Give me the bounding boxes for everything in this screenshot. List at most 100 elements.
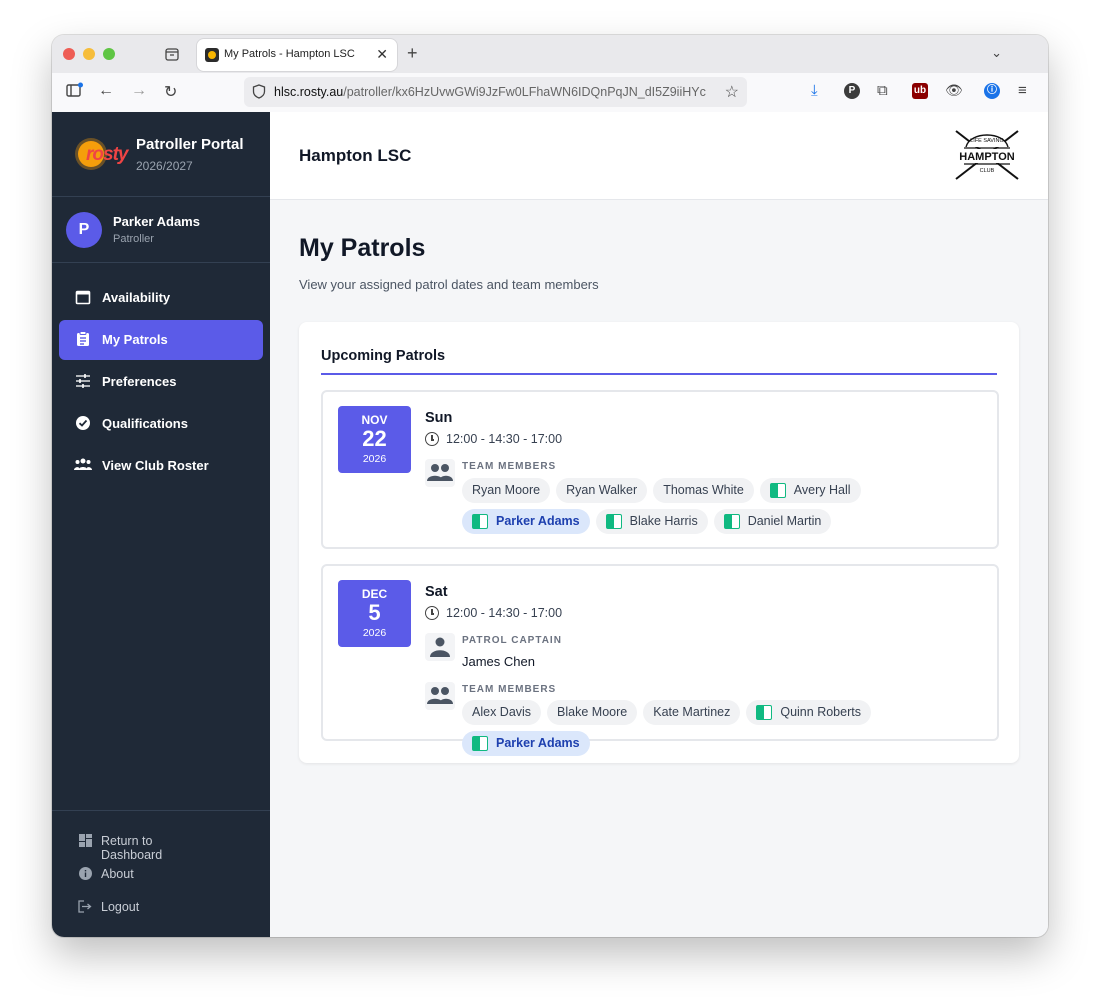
group-icon bbox=[74, 457, 92, 475]
member-name: Parker Adams bbox=[496, 736, 580, 750]
patrol-captain-label: PATROL CAPTAIN bbox=[462, 635, 562, 646]
season-label: 2026/2027 bbox=[136, 159, 193, 173]
date-badge: DEC 5 2026 bbox=[338, 580, 411, 647]
extension-eye-icon[interactable]: 👁 bbox=[945, 82, 963, 99]
new-tab-icon[interactable]: + bbox=[407, 43, 418, 64]
section-title: Upcoming Patrols bbox=[321, 348, 446, 364]
forward-arrow-icon[interactable]: → bbox=[131, 82, 147, 100]
calendar-icon bbox=[74, 289, 92, 307]
date-year: 2026 bbox=[362, 453, 387, 465]
address-bar[interactable]: hlsc.rosty.au/patroller/kx6HzUvwGWi9JzFw… bbox=[244, 77, 747, 107]
flag-icon bbox=[769, 483, 786, 498]
tab-title: My Patrols - Hampton LSC bbox=[224, 48, 355, 60]
downloads-icon[interactable]: ⤓ bbox=[811, 82, 818, 99]
sidebar-item-my-patrols[interactable]: My Patrols bbox=[59, 320, 263, 360]
sidebar-item-label: My Patrols bbox=[102, 332, 168, 347]
team-member-chips: Alex Davis Blake Moore Kate Martinez Qui… bbox=[462, 700, 987, 756]
member-name: Daniel Martin bbox=[747, 514, 822, 528]
club-logo: LIFE SAVING HAMPTON CLUB bbox=[952, 127, 1022, 183]
sidebar-toggle-icon[interactable] bbox=[66, 82, 84, 103]
user-name: Parker Adams bbox=[113, 214, 200, 229]
reload-icon[interactable]: ↻ bbox=[164, 82, 177, 102]
date-day: 22 bbox=[362, 426, 387, 451]
url-text[interactable]: hlsc.rosty.au/patroller/kx6HzUvwGWi9JzFw… bbox=[274, 85, 719, 99]
flag-icon bbox=[472, 736, 488, 751]
browser-window: My Patrols - Hampton LSC ✕ + ⌄ ← → ↻ hls… bbox=[52, 35, 1048, 937]
sidebar-item-view-club-roster[interactable]: View Club Roster bbox=[59, 446, 263, 486]
clock-icon bbox=[425, 606, 439, 620]
zoom-window-button[interactable] bbox=[103, 48, 115, 60]
patrol-card: NOV 22 2026 Sun 12:00 - 14:30 - 17:00 TE… bbox=[321, 390, 999, 549]
footer-item-label: Return to Dashboard bbox=[101, 834, 163, 862]
app-menu-icon[interactable]: ≡ bbox=[1018, 82, 1027, 99]
footer-item-label: Logout bbox=[101, 900, 140, 914]
extensions-puzzle-icon[interactable]: ⧉ bbox=[877, 82, 888, 99]
member-chip: Quinn Roberts bbox=[746, 700, 871, 725]
member-chip: Avery Hall bbox=[759, 478, 861, 503]
avatar: P bbox=[66, 212, 102, 248]
back-arrow-icon[interactable]: ← bbox=[98, 82, 114, 100]
member-chip: Ryan Moore bbox=[462, 478, 551, 503]
logo-top-text: LIFE SAVING bbox=[970, 138, 1004, 144]
date-month: DEC bbox=[361, 587, 388, 601]
rosty-logo[interactable]: rosty bbox=[78, 137, 128, 169]
date-year: 2026 bbox=[362, 627, 387, 639]
minimize-window-button[interactable] bbox=[83, 48, 95, 60]
dashboard-icon bbox=[78, 834, 92, 848]
logo-main-text: HAMPTON bbox=[959, 151, 1014, 163]
user-role: Patroller bbox=[113, 233, 154, 245]
member-chip-current-user: Parker Adams bbox=[462, 509, 590, 534]
sidebar-item-qualifications[interactable]: Qualifications bbox=[59, 404, 263, 444]
upcoming-patrols-card: Upcoming Patrols NOV 22 2026 Sun 12:00 -… bbox=[299, 322, 1019, 763]
member-name: Ryan Walker bbox=[566, 483, 638, 497]
site-favicon-icon bbox=[205, 48, 219, 62]
info-icon bbox=[78, 867, 92, 881]
bookmark-star-icon[interactable]: ☆ bbox=[725, 82, 739, 102]
tab-close-icon[interactable]: ✕ bbox=[376, 46, 388, 63]
team-members-label: TEAM MEMBERS bbox=[462, 684, 557, 695]
flag-icon bbox=[723, 514, 740, 529]
sidebar-item-preferences[interactable]: Preferences bbox=[59, 362, 263, 402]
tab-list-chevron-icon[interactable]: ⌄ bbox=[991, 45, 1002, 61]
patrol-weekday: Sat bbox=[425, 584, 448, 600]
member-name: Parker Adams bbox=[496, 514, 580, 528]
patrol-weekday: Sun bbox=[425, 410, 453, 426]
sidebar-item-label: Availability bbox=[102, 290, 171, 305]
date-month: NOV bbox=[361, 413, 388, 427]
page-header: Hampton LSC LIFE SAVING HAMPTON CLUB bbox=[270, 112, 1048, 200]
date-day: 5 bbox=[368, 600, 381, 625]
sidebar-item-availability[interactable]: Availability bbox=[59, 278, 263, 318]
tab-bar: My Patrols - Hampton LSC ✕ + ⌄ bbox=[52, 35, 1048, 73]
flag-icon bbox=[472, 514, 488, 529]
sidebar-item-label: View Club Roster bbox=[102, 458, 209, 473]
password-manager-icon[interactable]: ⓘ bbox=[984, 83, 1000, 99]
team-members-label: TEAM MEMBERS bbox=[462, 461, 557, 472]
active-tab[interactable]: My Patrols - Hampton LSC ✕ bbox=[197, 39, 397, 71]
patrol-card: DEC 5 2026 Sat 12:00 - 14:30 - 17:00 PAT… bbox=[321, 564, 999, 756]
verified-badge-icon bbox=[74, 415, 92, 433]
member-chip: Alex Davis bbox=[462, 700, 542, 725]
logo-bottom-text: CLUB bbox=[980, 168, 995, 174]
url-domain: hlsc.rosty.au bbox=[274, 85, 344, 99]
portal-title: Patroller Portal bbox=[136, 136, 244, 153]
logout-icon bbox=[78, 900, 92, 914]
sidebar: rosty Patroller Portal 2026/2027 P Parke… bbox=[52, 112, 270, 937]
page-title: My Patrols bbox=[299, 234, 426, 262]
sidebar-item-label: Qualifications bbox=[102, 416, 188, 431]
member-name: Quinn Roberts bbox=[780, 705, 861, 719]
tracking-shield-icon[interactable] bbox=[252, 84, 266, 102]
member-chip: Daniel Martin bbox=[713, 509, 832, 534]
member-name: Kate Martinez bbox=[653, 705, 731, 719]
profile-p-extension-icon[interactable]: P bbox=[844, 83, 860, 99]
member-chip: Kate Martinez bbox=[643, 700, 741, 725]
team-members-icon bbox=[425, 682, 455, 710]
close-window-button[interactable] bbox=[63, 48, 75, 60]
ublock-shield-icon[interactable]: ub bbox=[912, 83, 928, 99]
patrol-time: 12:00 - 14:30 - 17:00 bbox=[446, 432, 563, 446]
member-name: Thomas White bbox=[663, 483, 744, 497]
tab-overview-icon[interactable] bbox=[164, 46, 180, 62]
clipboard-icon bbox=[74, 331, 92, 349]
member-chip: Thomas White bbox=[653, 478, 754, 503]
member-name: Ryan Moore bbox=[472, 483, 541, 497]
flag-icon bbox=[756, 705, 773, 720]
